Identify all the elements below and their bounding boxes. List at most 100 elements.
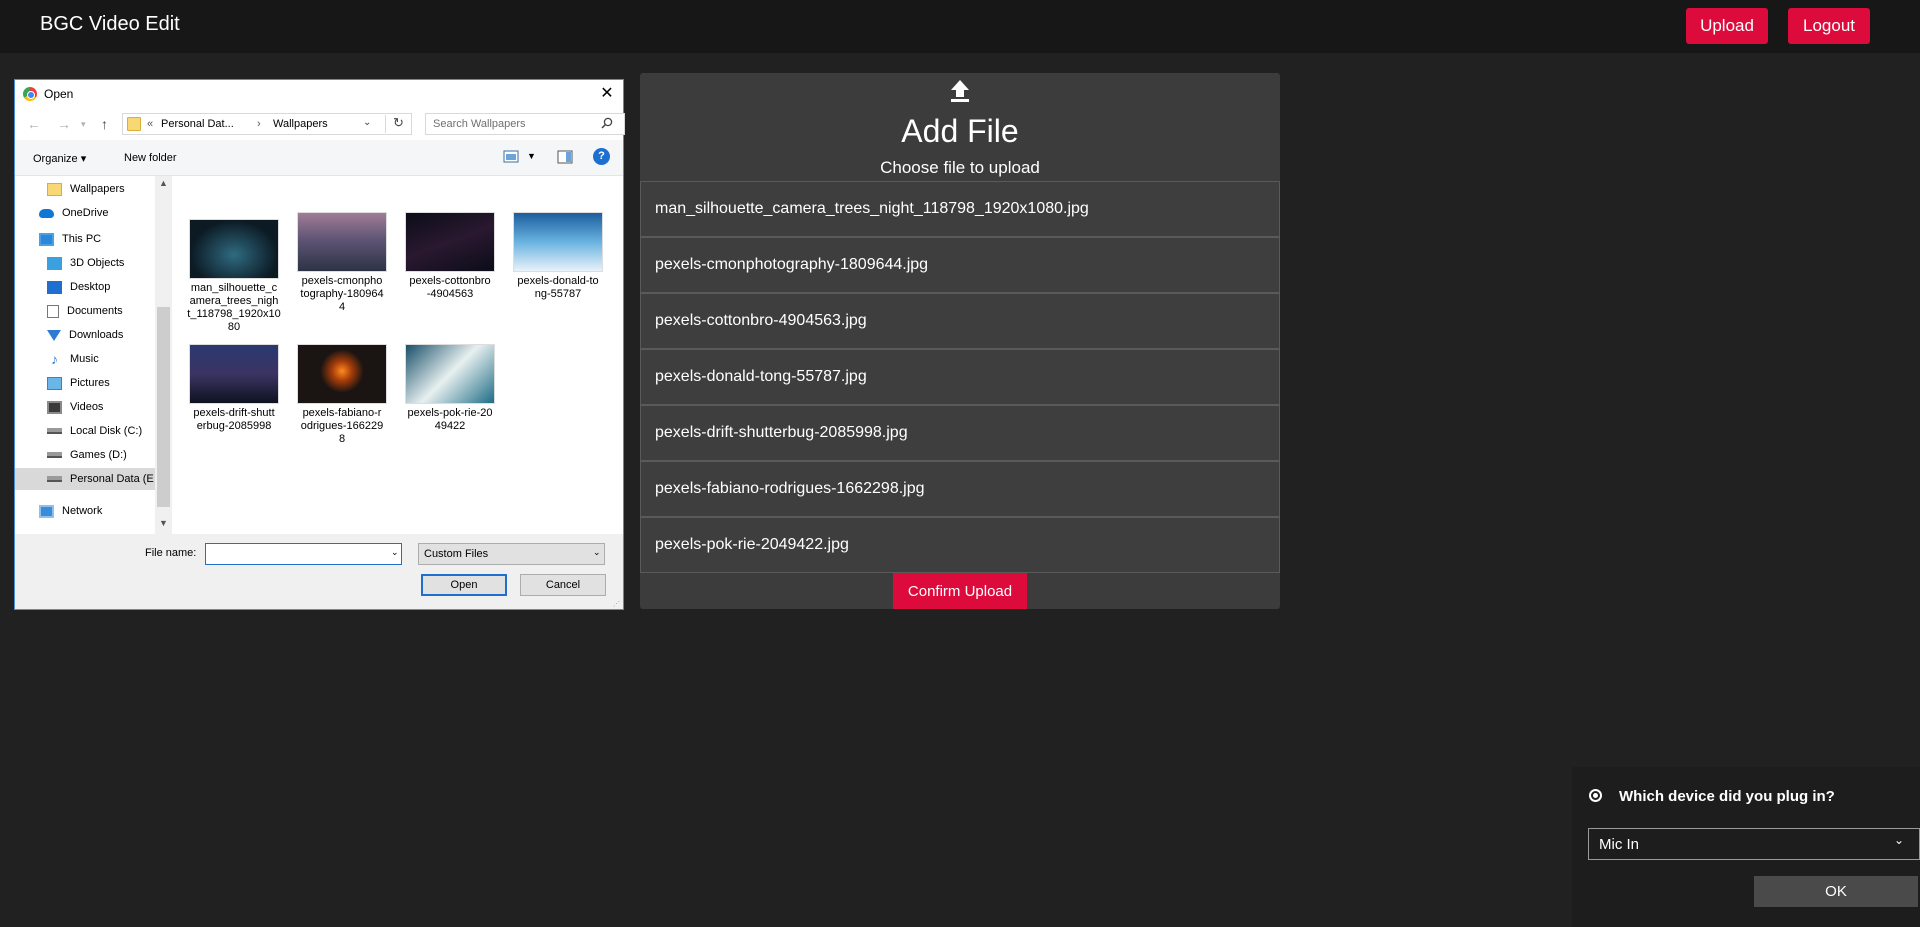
thumbnail-label-line: pexels-drift-shutt: [193, 407, 275, 419]
scroll-down-icon[interactable]: ▼: [159, 518, 168, 528]
chevron-down-icon[interactable]: ▼: [527, 151, 536, 161]
breadcrumb-separator[interactable]: ›: [257, 118, 261, 130]
nav-item-videos[interactable]: Videos: [47, 396, 103, 418]
breadcrumb-wallpapers[interactable]: Wallpapers: [273, 118, 328, 130]
file-thumbnail[interactable]: pexels-drift-shutt erbug-2085998: [184, 344, 284, 433]
search-input[interactable]: [425, 113, 625, 135]
dialog-titlebar[interactable]: Open ✕: [15, 80, 623, 108]
pictures-icon: [47, 376, 62, 390]
view-options-icon[interactable]: [503, 150, 519, 163]
thumbnail-label-line: pexels-cmonpho: [301, 275, 383, 287]
nav-item-music[interactable]: ♪ Music: [47, 348, 99, 370]
nav-item-label: Documents: [67, 305, 123, 317]
refresh-icon[interactable]: ↻: [385, 115, 411, 133]
back-arrow-icon[interactable]: ←: [27, 116, 41, 132]
thumbnail-label-line: 8: [338, 433, 346, 445]
nav-item-label: Network: [62, 505, 103, 517]
ok-button[interactable]: OK: [1754, 876, 1918, 907]
file-list-item[interactable]: pexels-donald-tong-55787.jpg: [640, 349, 1280, 405]
logout-button[interactable]: Logout: [1788, 8, 1870, 44]
file-name-input[interactable]: [205, 543, 402, 565]
breadcrumb-personal-data[interactable]: Personal Dat...: [161, 118, 234, 130]
scrollbar-thumb[interactable]: [157, 307, 170, 507]
file-open-dialog: Open ✕ ← → ▾ ↑ « Personal Dat... › Wallp…: [14, 79, 625, 610]
thumbnail-label-line: pexels-pok-rie-20: [407, 407, 493, 419]
thumbnail-label-line: t_118798_1920x10: [187, 308, 281, 320]
file-thumbnail[interactable]: pexels-fabiano-r odrigues-166229 8: [292, 344, 392, 446]
forward-arrow-icon[interactable]: →: [57, 116, 71, 132]
chevron-down-icon[interactable]: ⌄: [363, 117, 371, 128]
nav-item-this-pc[interactable]: This PC: [39, 228, 101, 250]
thumbnail-label-line: tography-180964: [300, 288, 384, 300]
folder-icon: [47, 182, 62, 196]
nav-item-network[interactable]: Network: [39, 500, 102, 522]
disk-icon: [47, 452, 62, 458]
chevron-down-icon[interactable]: ⌄: [1894, 833, 1904, 847]
device-notification: Which device did you plug in? Mic In ⌄ O…: [1572, 767, 1920, 927]
file-list-item[interactable]: pexels-pok-rie-2049422.jpg: [640, 517, 1280, 573]
chrome-icon: [23, 87, 37, 101]
dialog-navbar: ← → ▾ ↑ « Personal Dat... › Wallpapers ⌄…: [15, 108, 625, 140]
file-thumbnail[interactable]: man_silhouette_c amera_trees_nigh t_1187…: [184, 219, 284, 334]
folder-icon: [127, 117, 141, 131]
thumbnail-label-line: man_silhouette_c: [190, 282, 278, 294]
navigation-scrollbar[interactable]: ▲ ▼: [155, 176, 172, 534]
open-button[interactable]: Open: [421, 574, 507, 596]
search-icon[interactable]: [601, 117, 613, 129]
notification-title: Which device did you plug in?: [1619, 788, 1835, 805]
thumbnail-label-line: 49422: [434, 420, 466, 432]
help-icon[interactable]: ?: [593, 148, 610, 165]
image-thumbnail: [405, 344, 495, 404]
nav-item-wallpapers[interactable]: Wallpapers: [47, 178, 125, 200]
file-list-item[interactable]: man_silhouette_camera_trees_night_118798…: [640, 181, 1280, 237]
up-arrow-icon[interactable]: ↑: [101, 116, 108, 132]
chevron-down-icon[interactable]: ⌄: [593, 547, 601, 558]
nav-item-label: Wallpapers: [70, 183, 125, 195]
thumbnail-label-line: erbug-2085998: [196, 420, 272, 432]
nav-item-label: Pictures: [70, 377, 110, 389]
file-list-item[interactable]: pexels-cottonbro-4904563.jpg: [640, 293, 1280, 349]
nav-item-label: Local Disk (C:): [70, 425, 143, 437]
nav-item-games-d[interactable]: Games (D:): [47, 444, 127, 466]
nav-item-onedrive[interactable]: OneDrive: [39, 202, 108, 224]
device-select[interactable]: Mic In: [1588, 828, 1920, 860]
organize-button[interactable]: Organize ▾: [33, 152, 86, 165]
nav-item-local-disk-c[interactable]: Local Disk (C:): [47, 420, 142, 442]
file-name-label: File name:: [145, 547, 197, 559]
desktop-icon: [47, 280, 62, 294]
image-thumbnail: [297, 212, 387, 272]
chevron-down-icon[interactable]: ⌄: [391, 547, 399, 558]
file-type-select[interactable]: Custom Files: [418, 543, 605, 565]
nav-item-desktop[interactable]: Desktop: [47, 276, 110, 298]
preview-pane-icon[interactable]: [557, 150, 573, 164]
close-icon[interactable]: ✕: [597, 84, 617, 104]
dialog-title: Open: [44, 87, 74, 101]
file-thumbnail[interactable]: pexels-cottonbro -4904563: [400, 212, 500, 301]
nav-item-3d-objects[interactable]: 3D Objects: [47, 252, 124, 274]
file-list-item[interactable]: pexels-drift-shutterbug-2085998.jpg: [640, 405, 1280, 461]
file-list: man_silhouette_camera_trees_night_118798…: [640, 181, 1280, 573]
thumbnail-label-line: -4904563: [426, 288, 474, 300]
document-icon: [47, 304, 59, 318]
image-thumbnail: [189, 219, 279, 279]
upload-button[interactable]: Upload: [1686, 8, 1768, 44]
breadcrumb-overflow[interactable]: «: [147, 118, 153, 130]
resize-grip-icon[interactable]: ⋰: [613, 600, 620, 608]
nav-item-downloads[interactable]: Downloads: [47, 324, 123, 346]
file-list-item[interactable]: pexels-fabiano-rodrigues-1662298.jpg: [640, 461, 1280, 517]
new-folder-button[interactable]: New folder: [124, 152, 177, 164]
cancel-button[interactable]: Cancel: [520, 574, 606, 596]
thumbnail-label-line: odrigues-166229: [300, 420, 384, 432]
disk-icon: [47, 476, 62, 482]
file-thumbnail[interactable]: pexels-cmonpho tography-180964 4: [292, 212, 392, 314]
confirm-upload-button[interactable]: Confirm Upload: [893, 573, 1027, 609]
recent-locations-chevron-icon[interactable]: ▾: [81, 119, 86, 130]
nav-item-pictures[interactable]: Pictures: [47, 372, 110, 394]
file-thumbnail[interactable]: pexels-pok-rie-20 49422: [400, 344, 500, 433]
file-list-item[interactable]: pexels-cmonphotography-1809644.jpg: [640, 237, 1280, 293]
file-thumbnail[interactable]: pexels-donald-to ng-55787: [508, 212, 608, 301]
nav-item-documents[interactable]: Documents: [47, 300, 123, 322]
address-bar[interactable]: « Personal Dat... › Wallpapers ⌄ ↻: [122, 113, 412, 135]
scroll-up-icon[interactable]: ▲: [159, 178, 168, 188]
nav-item-personal-data-e[interactable]: Personal Data (E: [15, 468, 155, 490]
